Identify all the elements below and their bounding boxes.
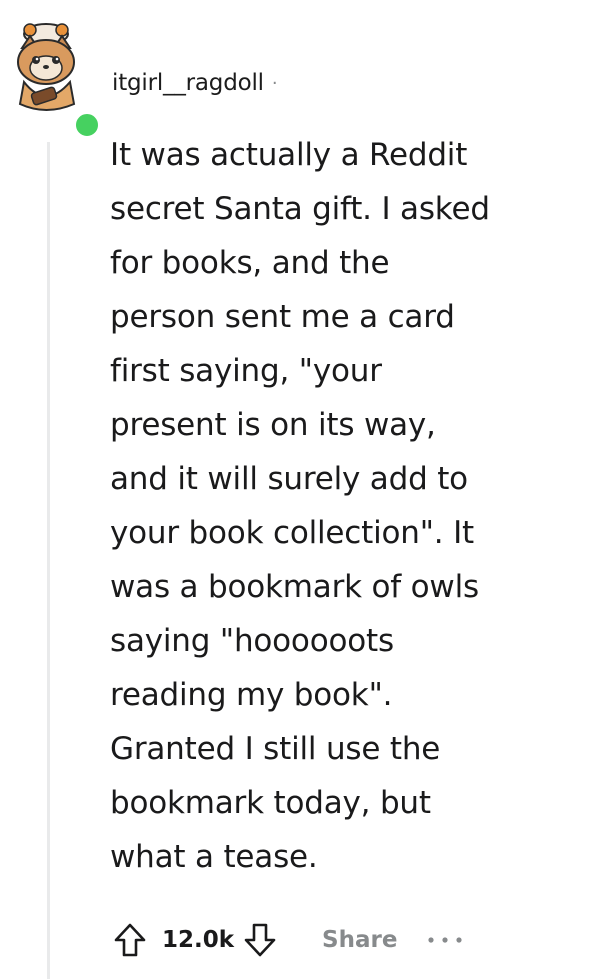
comment-line: bookmark today, but: [110, 785, 431, 821]
comment-line: present is on its way,: [110, 407, 436, 443]
comment-line: saying "hoooooots: [110, 623, 394, 659]
comment-header: itgirl__ragdoll ·: [112, 63, 278, 103]
comment-line: and it will surely add to: [110, 461, 468, 497]
share-button[interactable]: Share: [322, 927, 397, 953]
comment-line: reading my book".: [110, 677, 393, 713]
online-status-dot: [72, 110, 102, 140]
separator-dot: ·: [271, 72, 278, 94]
comment-line: was a bookmark of owls: [110, 569, 479, 605]
comment-line: person sent me a card: [110, 299, 455, 335]
username-link[interactable]: itgirl__ragdoll: [112, 70, 264, 96]
comment-line: your book collection". It: [110, 515, 474, 551]
arrow-down-icon: [244, 923, 276, 957]
comment-body: It was actually a Reddit secret Santa gi…: [110, 128, 570, 884]
avatar-image: [17, 23, 76, 111]
comment-line: secret Santa gift. I asked: [110, 191, 490, 227]
downvote-button[interactable]: [238, 918, 282, 962]
comment-line: what a tease.: [110, 839, 318, 875]
comment-line: Granted I still use the: [110, 731, 441, 767]
comment-actions: 12.0k Share: [108, 916, 467, 964]
thread-line[interactable]: [47, 142, 50, 979]
upvote-button[interactable]: [108, 918, 152, 962]
ellipsis-icon: [428, 937, 463, 943]
arrow-up-icon: [114, 923, 146, 957]
comment-line: for books, and the: [110, 245, 390, 281]
vote-score: 12.0k: [162, 927, 235, 953]
comment-line: first saying, "your: [110, 353, 382, 389]
comment-line: It was actually a Reddit: [110, 137, 468, 173]
avatar[interactable]: [8, 18, 102, 140]
more-options-button[interactable]: [423, 925, 467, 955]
